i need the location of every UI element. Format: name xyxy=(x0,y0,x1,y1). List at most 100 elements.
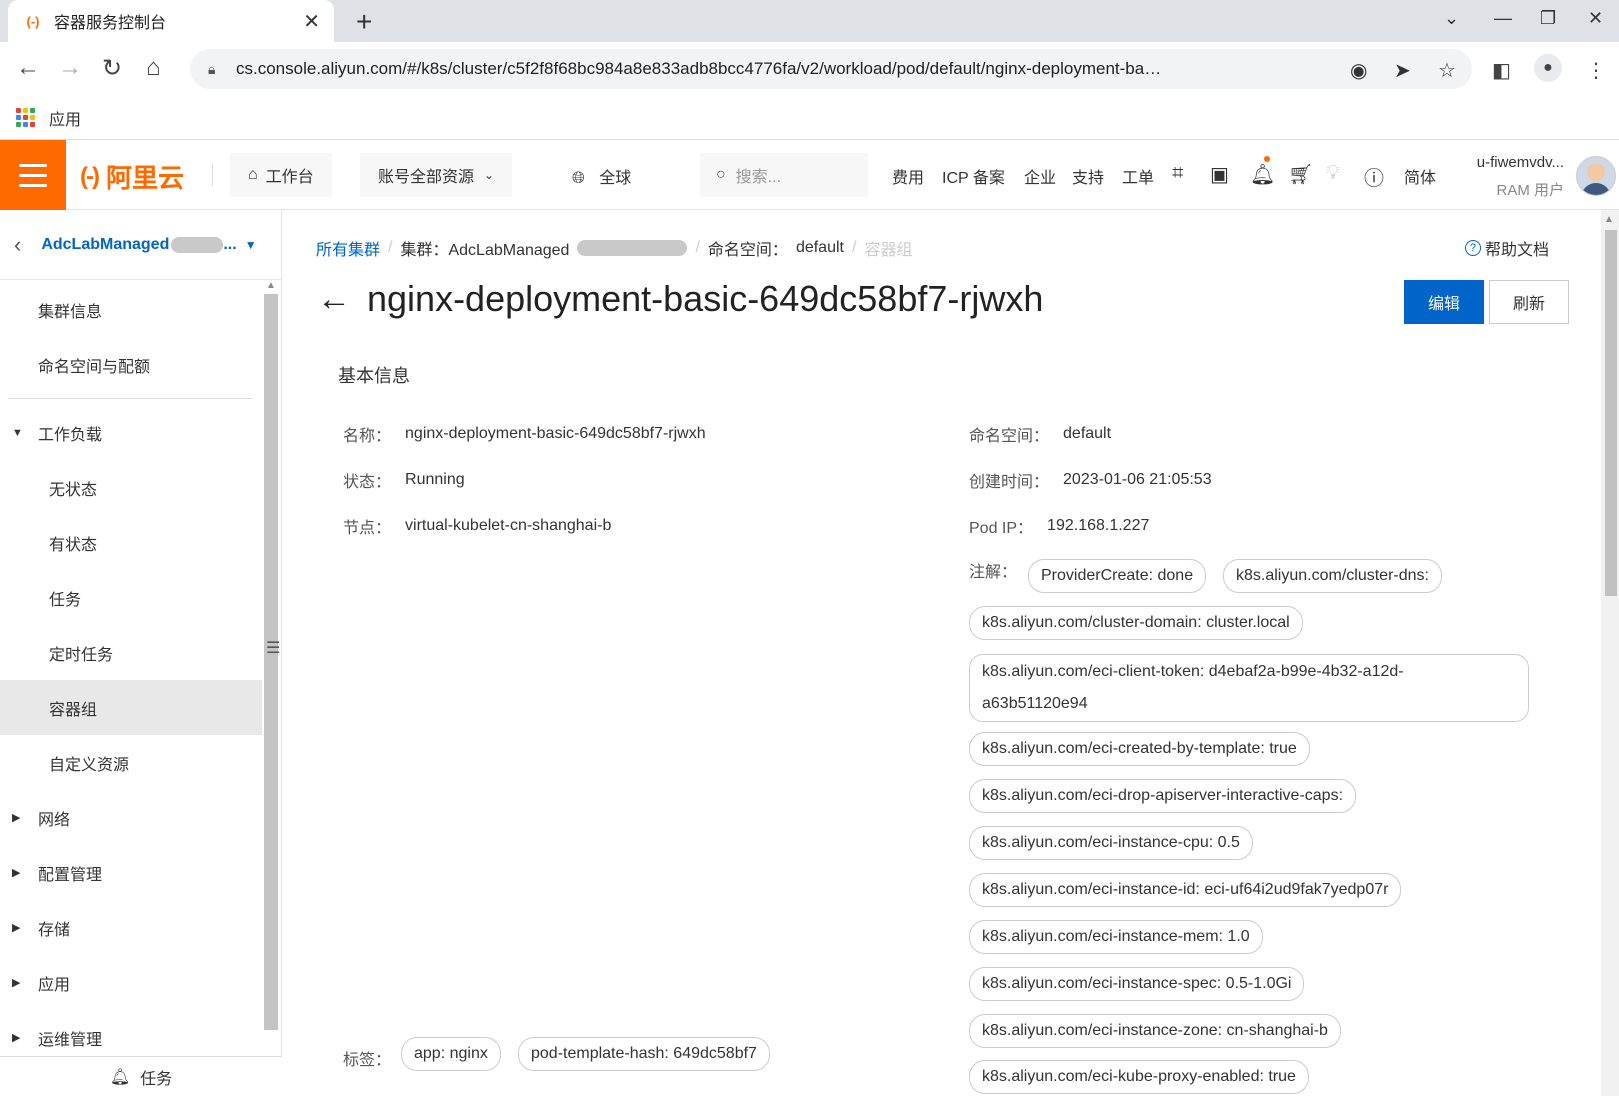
nav-link-icp[interactable]: ICP 备案 xyxy=(942,164,1005,188)
sidebar-item-namespace-quota[interactable]: 命名空间与配额 xyxy=(0,337,262,392)
annotation-tag: ProviderCreate: done xyxy=(1028,559,1207,593)
console-search[interactable]: ○ 搜索... xyxy=(700,153,868,197)
minimize-window-icon[interactable]: — xyxy=(1494,8,1512,29)
sidebar-group-label: 运维管理 xyxy=(38,1031,103,1049)
annotation-tag: k8s.aliyun.com/eci-instance-id: eci-uf64… xyxy=(969,873,1402,907)
sidebar-group-workload[interactable]: ▼ 工作负载 xyxy=(0,405,262,460)
field-status: 状态： Running xyxy=(343,468,465,492)
field-value: Running xyxy=(405,471,465,488)
sidebar-group-config[interactable]: ▶ 配置管理 xyxy=(0,845,262,900)
globe-icon: 🌐︎ xyxy=(572,170,585,187)
back-icon[interactable]: ← xyxy=(16,54,40,82)
restore-window-icon[interactable]: ❐ xyxy=(1540,8,1556,29)
sidebar-item-statefulsets[interactable]: 有状态 xyxy=(0,515,262,570)
annotation-tag-line: k8s.aliyun.com/eci-client-token: d4ebaf2… xyxy=(982,663,1404,680)
hamburger-menu-button[interactable] xyxy=(0,140,66,210)
profile-icon[interactable]: ● xyxy=(1534,54,1562,82)
browser-tab-strip: (-) 容器服务控制台 ✕ + ⌄ — ❐ ✕ xyxy=(0,0,1619,42)
sidebar-group-apps[interactable]: ▶ 应用 xyxy=(0,955,262,1010)
lightbulb-icon[interactable]: 💡︎ xyxy=(1326,162,1340,185)
sidebar-scrollbar[interactable] xyxy=(264,294,278,1030)
help-doc-link[interactable]: ? 帮助文档 xyxy=(1464,236,1549,260)
sidebar-divider xyxy=(8,398,252,399)
search-placeholder[interactable]: 搜索... xyxy=(736,163,781,187)
cluster-name[interactable]: AdcLabManaged xyxy=(41,236,169,254)
scroll-up-arrow-icon[interactable]: ▲ xyxy=(1604,214,1614,225)
annotation-tag: k8s.aliyun.com/eci-instance-spec: 0.5-1.… xyxy=(969,967,1305,1001)
url-text[interactable]: cs.console.aliyun.com/#/k8s/cluster/c5f2… xyxy=(236,59,1326,79)
sidebar-group-storage[interactable]: ▶ 存储 xyxy=(0,900,262,955)
bell-icon[interactable]: 🔔︎ xyxy=(1250,162,1275,187)
bookmark-star-icon[interactable]: ☆ xyxy=(1438,58,1456,83)
triangle-right-icon: ▶ xyxy=(12,812,21,824)
apps-grid-icon[interactable] xyxy=(16,108,35,127)
help-circle-icon[interactable]: ⓘ xyxy=(1364,162,1384,191)
sidebar-item-jobs[interactable]: 任务 xyxy=(0,570,262,625)
reload-icon[interactable]: ↻ xyxy=(102,54,122,83)
sidebar-item-cluster-info[interactable]: 集群信息 xyxy=(0,282,262,337)
field-label: 状态： xyxy=(343,474,392,491)
browser-tab[interactable]: (-) 容器服务控制台 ✕ xyxy=(8,0,334,42)
sidebar-item-pods[interactable]: 容器组 xyxy=(0,680,262,735)
task-footer[interactable]: 🔔︎ 任务 xyxy=(0,1056,282,1096)
bookmark-apps[interactable]: 应用 xyxy=(49,106,81,130)
cart-icon[interactable]: 🛒︎ xyxy=(1288,162,1313,187)
sidebar-group-network[interactable]: ▶ 网络 xyxy=(0,790,262,845)
avatar[interactable] xyxy=(1576,156,1616,196)
home-icon[interactable]: ⌂ xyxy=(146,54,161,82)
workbench-button[interactable]: ⌂ 工作台 xyxy=(230,153,332,197)
breadcrumb-all-clusters[interactable]: 所有集群 xyxy=(316,236,380,260)
address-bar[interactable]: 🔒︎ cs.console.aliyun.com/#/k8s/cluster/c… xyxy=(190,49,1472,89)
chevron-down-icon: ⌄ xyxy=(484,168,495,182)
forward-icon[interactable]: → xyxy=(58,54,82,82)
aliyun-logo[interactable]: (-) 阿里云 xyxy=(80,158,184,195)
annotation-tag: k8s.aliyun.com/eci-created-by-template: … xyxy=(969,732,1310,766)
annotation-tag: k8s.aliyun.com/cluster-dns: xyxy=(1223,559,1442,593)
scroll-up-arrow-icon[interactable]: ▲ xyxy=(266,280,276,291)
field-label: 命名空间： xyxy=(969,428,1050,445)
page-header: ← nginx-deployment-basic-649dc58bf7-rjwx… xyxy=(317,278,1043,320)
api-icon[interactable]: ⌗ xyxy=(1172,162,1183,185)
notification-dot xyxy=(1264,156,1270,162)
sidebar-item-custom-resources[interactable]: 自定义资源 xyxy=(0,735,262,790)
home-icon: ⌂ xyxy=(248,166,258,183)
field-value: default xyxy=(1063,425,1112,442)
region-label: 全球 xyxy=(599,170,632,187)
browser-toolbar: ← → ↻ ⌂ 🔒︎ cs.console.aliyun.com/#/k8s/c… xyxy=(0,42,1619,96)
side-panel-icon[interactable]: ◧ xyxy=(1492,58,1511,83)
all-resources-dropdown[interactable]: 账号全部资源 ⌄ xyxy=(360,153,513,197)
workbench-label: 工作台 xyxy=(265,169,314,186)
nav-link-support[interactable]: 支持 xyxy=(1072,164,1104,188)
field-value: 192.168.1.227 xyxy=(1047,517,1150,534)
nav-link-ticket[interactable]: 工单 xyxy=(1122,164,1154,188)
new-tab-button[interactable]: + xyxy=(356,6,372,38)
region-selector[interactable]: 🌐︎ 全球 xyxy=(572,164,631,188)
edit-button[interactable]: 编辑 xyxy=(1404,280,1484,324)
send-icon[interactable]: ➤ xyxy=(1394,58,1411,83)
nav-link-billing[interactable]: 费用 xyxy=(892,164,924,188)
user-info[interactable]: u-fiwemvdv... RAM 用户 xyxy=(1454,154,1564,200)
main-scrollbar-thumb[interactable] xyxy=(1605,230,1617,596)
back-arrow-icon[interactable]: ← xyxy=(317,280,351,319)
field-name: 名称： nginx-deployment-basic-649dc58bf7-rj… xyxy=(343,422,706,446)
sidebar-group-workload-label: 工作负载 xyxy=(38,426,103,444)
tab-search-chevron-icon[interactable]: ⌄ xyxy=(1444,8,1459,29)
terminal-icon[interactable]: ▣ xyxy=(1210,162,1229,187)
aliyun-logo-text: 阿里云 xyxy=(105,163,184,193)
eye-off-icon[interactable]: ◉ xyxy=(1350,58,1367,83)
language-switch[interactable]: 简体 xyxy=(1404,164,1436,188)
refresh-button[interactable]: 刷新 xyxy=(1489,280,1569,324)
breadcrumb-cluster[interactable]: 集群：AdcLabManaged xyxy=(400,236,569,260)
menu-dots-icon[interactable]: ⋮ xyxy=(1586,58,1606,83)
breadcrumb-namespace-value[interactable]: default xyxy=(796,239,844,257)
sidebar-item-deployments[interactable]: 无状态 xyxy=(0,460,262,515)
collapse-sidebar-icon[interactable]: ☰ xyxy=(266,638,280,658)
nav-divider xyxy=(212,164,213,186)
tab-close-icon[interactable]: ✕ xyxy=(303,9,320,34)
lock-icon[interactable]: 🔒︎ xyxy=(208,61,222,77)
chevron-left-icon[interactable]: ‹ xyxy=(14,232,21,258)
close-window-icon[interactable]: ✕ xyxy=(1588,8,1603,29)
sidebar-item-cronjobs[interactable]: 定时任务 xyxy=(0,625,262,680)
nav-link-enterprise[interactable]: 企业 xyxy=(1024,164,1056,188)
caret-down-icon[interactable]: ▼ xyxy=(245,238,257,252)
